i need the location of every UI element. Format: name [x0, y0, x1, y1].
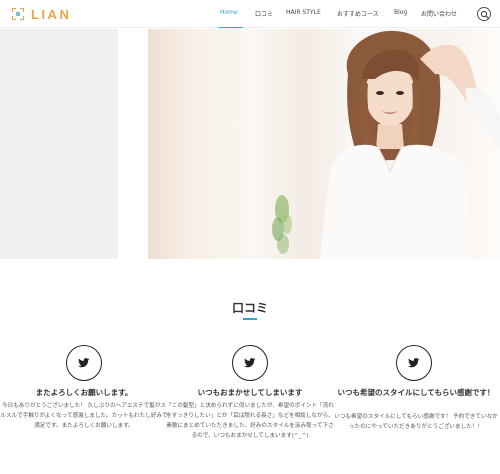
twitter-icon[interactable] [396, 345, 432, 381]
nav-reviews[interactable]: 口コミ [255, 9, 273, 18]
search-button[interactable] [477, 7, 491, 21]
review-heading: いつも希望のスタイルにしてもらい感謝です！ [337, 388, 495, 397]
nav-home[interactable]: Home [220, 9, 238, 16]
nav-blog[interactable]: Blog [394, 9, 407, 16]
logo-text: LIAN [31, 6, 72, 22]
active-nav-indicator [219, 27, 243, 28]
review-body: 今日もありがとうございました！ 久しぶりのヘアエステで髪がスルスルで手触りがよく… [0, 403, 168, 429]
nav-contact[interactable]: お問い合わせ [421, 9, 457, 18]
hero-wall-panel [0, 29, 118, 259]
twitter-icon[interactable] [66, 345, 102, 381]
section-title-underline [243, 318, 257, 320]
site-logo[interactable]: LIAN [12, 6, 71, 22]
search-icon [480, 10, 490, 20]
hero-portrait-image [320, 30, 500, 259]
twitter-icon[interactable] [232, 345, 268, 381]
review-body: いつも希望のスタイルにしてもらい感謝です！ 予約できていなかったのにやっていただ… [334, 414, 498, 430]
plant-image [272, 195, 292, 254]
review-body: 「この髪型」と決められずに伺いましたが、希望のポイント「流れをすっきりしたい」と… [166, 403, 334, 439]
nav-recommended-course[interactable]: おすすめコース [337, 9, 379, 18]
nav-hair-style[interactable]: HAIR STYLE [286, 9, 321, 16]
hero-banner [0, 29, 500, 259]
reviews-section-title: 口コミ [231, 301, 268, 315]
logo-mark-icon [12, 8, 24, 20]
review-heading: いつもおまかせしてしまいます [197, 388, 303, 397]
review-heading: またよろしくお願いします。 [35, 388, 133, 397]
site-header: LIAN Home 口コミ HAIR STYLE おすすめコース Blog お問… [0, 0, 500, 28]
